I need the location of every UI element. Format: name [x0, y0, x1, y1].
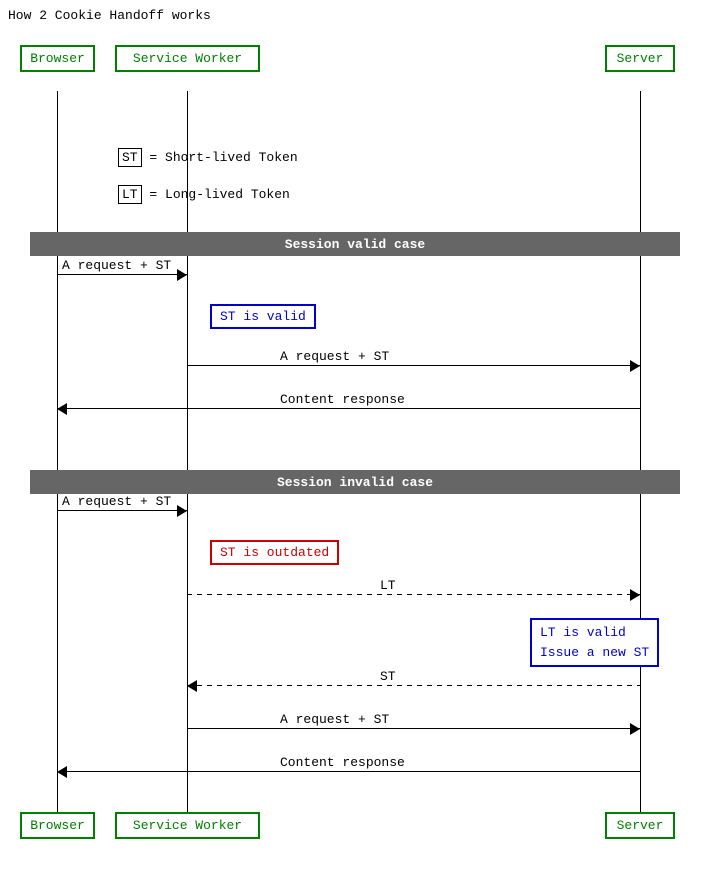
label-req4: A request + ST: [280, 712, 389, 727]
diagram: How 2 Cookie Handoff works Browser Servi…: [0, 0, 710, 872]
note-st-outdated: ST is outdated: [210, 540, 339, 565]
label-resp1: Content response: [280, 392, 405, 407]
arrow-resp1: [57, 408, 640, 409]
lt-definition: LT = Long-lived Token: [118, 185, 290, 204]
label-lt-req: LT: [380, 578, 396, 593]
label-req2: A request + ST: [280, 349, 389, 364]
arrow-lt-req: [187, 594, 640, 595]
note-lt-valid: LT is validIssue a new ST: [530, 618, 659, 667]
arrow-resp2: [57, 771, 640, 772]
label-st-resp: ST: [380, 669, 396, 684]
arrow-req2: [187, 365, 640, 366]
arrow-req4: [187, 728, 640, 729]
actor-sw-bottom: Service Worker: [115, 812, 260, 839]
actor-server-top: Server: [605, 45, 675, 72]
st-definition: ST = Short-lived Token: [118, 148, 298, 167]
actor-browser-bottom: Browser: [20, 812, 95, 839]
actor-browser-top: Browser: [20, 45, 95, 72]
label-req1: A request + ST: [62, 258, 171, 273]
arrow-req3: [57, 510, 187, 511]
label-resp2: Content response: [280, 755, 405, 770]
actor-server-bottom: Server: [605, 812, 675, 839]
arrow-st-resp: [187, 685, 640, 686]
note-st-valid: ST is valid: [210, 304, 316, 329]
lifeline-browser: [57, 91, 58, 812]
label-req3: A request + ST: [62, 494, 171, 509]
section-valid: Session valid case: [30, 232, 680, 256]
page-title: How 2 Cookie Handoff works: [8, 8, 211, 23]
lifeline-server: [640, 91, 641, 812]
actor-sw-top: Service Worker: [115, 45, 260, 72]
arrow-req1: [57, 274, 187, 275]
section-invalid: Session invalid case: [30, 470, 680, 494]
